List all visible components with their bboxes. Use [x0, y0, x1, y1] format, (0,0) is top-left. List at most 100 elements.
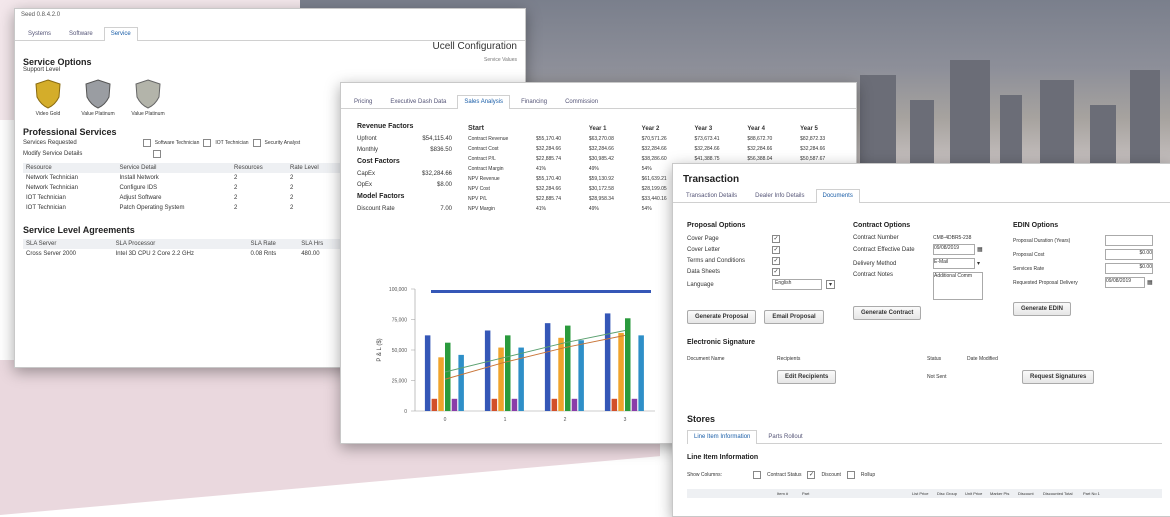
column-header: SLA Server	[23, 239, 113, 249]
y-tick-label: 50,000	[392, 348, 408, 354]
contract-options-title: Contract Options	[853, 222, 911, 229]
tab-documents[interactable]: Documents	[815, 189, 860, 203]
cell: $63,270.08	[588, 136, 614, 142]
services-rate-input[interactable]: $0.00	[1105, 263, 1153, 274]
column-header: Discounted Total	[1043, 491, 1073, 496]
cell: $28,958.34	[588, 196, 614, 202]
cover-page-checkbox[interactable]: ✓	[772, 235, 780, 243]
table-row[interactable]: IOT Technician Adjust Software 2 2	[23, 193, 343, 203]
column-header: Unit Price	[965, 491, 983, 496]
shield-option-gold[interactable]: Video Gold	[31, 79, 65, 117]
request-signatures-button[interactable]: Request Signatures	[1022, 370, 1095, 384]
cell-select[interactable]: 2	[287, 183, 343, 193]
tab-parts-rollout[interactable]: Parts Rollout	[761, 430, 809, 443]
tab-service[interactable]: Service	[103, 27, 138, 41]
bar	[631, 398, 638, 411]
table-row: Contract Cost $32,284.66 $32,284.66 $32,284…	[465, 144, 850, 154]
factor-row: CapEx $32,284.66	[357, 171, 452, 177]
tab-dealer-info[interactable]: Dealer Info Details	[748, 189, 811, 202]
factors-panel: Revenue Factors Upfront $54,115.40 Monthl…	[357, 123, 452, 212]
delivery-date-input[interactable]: 09/08/2019	[1105, 277, 1145, 288]
cell: 41%	[536, 166, 547, 172]
table-row[interactable]: Network Technician Configure IDS 2 2	[23, 183, 343, 193]
cell-select[interactable]: 2	[287, 203, 343, 213]
column-header: Document Name	[687, 356, 725, 362]
chevron-down-icon[interactable]: ▾	[977, 260, 980, 267]
tab-executive-dash[interactable]: Executive Dash Data	[383, 95, 453, 108]
cover-letter-checkbox[interactable]: ✓	[772, 246, 780, 254]
silver-shield-icon	[135, 79, 161, 109]
tab-sales-analysis[interactable]: Sales Analysis	[457, 95, 511, 109]
generate-proposal-button[interactable]: Generate Proposal	[687, 310, 757, 324]
cell-select[interactable]: 2	[287, 193, 343, 203]
show-option-label: Contract Status	[767, 472, 802, 478]
tab-transaction-details[interactable]: Transaction Details	[679, 189, 744, 202]
tab-line-item-information[interactable]: Line Item Information	[687, 430, 758, 444]
table-row[interactable]: Network Technician Install Network 2 2	[23, 173, 343, 183]
model-factors-title: Model Factors	[357, 193, 405, 200]
delivery-method-select[interactable]: E-Mail	[933, 258, 975, 269]
tab-software[interactable]: Software	[62, 27, 100, 40]
email-proposal-button[interactable]: Email Proposal	[764, 310, 824, 324]
factor-value: $8.00	[436, 182, 452, 188]
show-option-label: Rollup	[860, 472, 876, 478]
cell: Install Network	[119, 175, 159, 181]
discount-checkbox[interactable]: ✓	[807, 471, 816, 479]
shield-option-platinum-2[interactable]: Value Platinum	[131, 79, 165, 117]
option-label: Language	[687, 281, 714, 288]
column-header: Resource	[23, 163, 117, 173]
cell: Contract Revenue	[468, 136, 509, 142]
factor-row: Discount Rate 7.00	[357, 206, 452, 212]
cell: $59,130.92	[588, 176, 614, 182]
tab-financing[interactable]: Financing	[514, 95, 554, 108]
generate-contract-button[interactable]: Generate Contract	[853, 306, 922, 320]
cell: $32,284.66	[536, 186, 562, 192]
tab-commission[interactable]: Commission	[558, 95, 605, 108]
cell: $22,885.74	[536, 196, 562, 202]
cell-select[interactable]: 2	[231, 173, 287, 183]
cell-select[interactable]: 2	[287, 173, 343, 183]
language-select[interactable]: English	[772, 279, 822, 290]
table-row[interactable]: IOT Technician Patch Operating System 2 …	[23, 203, 343, 213]
chevron-down-icon[interactable]: ▾	[826, 280, 836, 289]
cell: $55,170.40	[536, 176, 562, 182]
option-label: Data Sheets	[687, 269, 721, 275]
column-header: Rate Level	[287, 163, 343, 173]
shield-label: Value Platinum	[131, 111, 165, 117]
calendar-icon[interactable]: ▦	[1147, 279, 1153, 286]
contract-status-checkbox[interactable]	[753, 471, 761, 479]
checkbox[interactable]	[252, 139, 261, 147]
transaction-title: Transaction	[683, 174, 740, 185]
checkbox[interactable]	[203, 139, 212, 147]
effective-date-input[interactable]: 09/08/2019	[933, 244, 975, 255]
column-header: Disc Group	[937, 491, 958, 496]
cell-select[interactable]: 2	[231, 203, 287, 213]
shield-option-platinum[interactable]: Value Platinum	[81, 79, 115, 117]
calendar-icon[interactable]: ▦	[977, 246, 983, 253]
checkbox[interactable]	[142, 139, 151, 147]
bar	[498, 347, 504, 411]
table-row[interactable]: Cross Server 2000 Intel 3D CPU 2 Core 2.…	[23, 249, 343, 259]
cell-select[interactable]: 2	[231, 183, 287, 193]
trend-line	[444, 334, 626, 380]
data-sheets-checkbox[interactable]: ✓	[772, 268, 780, 276]
cell: Contract Cost	[468, 146, 499, 152]
edit-recipients-button[interactable]: Edit Recipients	[777, 370, 837, 384]
y-axis-label: P & L ($)	[377, 338, 383, 361]
tab-pricing[interactable]: Pricing	[347, 95, 379, 108]
tab-systems[interactable]: Systems	[21, 27, 58, 40]
rollup-checkbox[interactable]	[846, 471, 855, 479]
proposal-options: Proposal Options Cover Page ✓ Cover Lette…	[687, 222, 837, 324]
cell: $70,571.26	[641, 136, 667, 142]
cell-select[interactable]: 2	[231, 193, 287, 203]
cell: NPV Margin	[468, 206, 495, 212]
modify-details-checkbox[interactable]	[153, 150, 162, 158]
bar	[438, 357, 444, 411]
generate-edin-button[interactable]: Generate EDIN	[1013, 302, 1072, 316]
contract-notes-textarea[interactable]: Additional Comm	[933, 272, 983, 300]
section-service-options: Service Options	[23, 57, 92, 67]
cell: 0.08 Rnts	[250, 251, 277, 257]
terms-checkbox[interactable]: ✓	[772, 257, 780, 265]
proposal-cost-input[interactable]: $0.00	[1105, 249, 1153, 260]
proposal-duration-input[interactable]	[1105, 235, 1153, 246]
